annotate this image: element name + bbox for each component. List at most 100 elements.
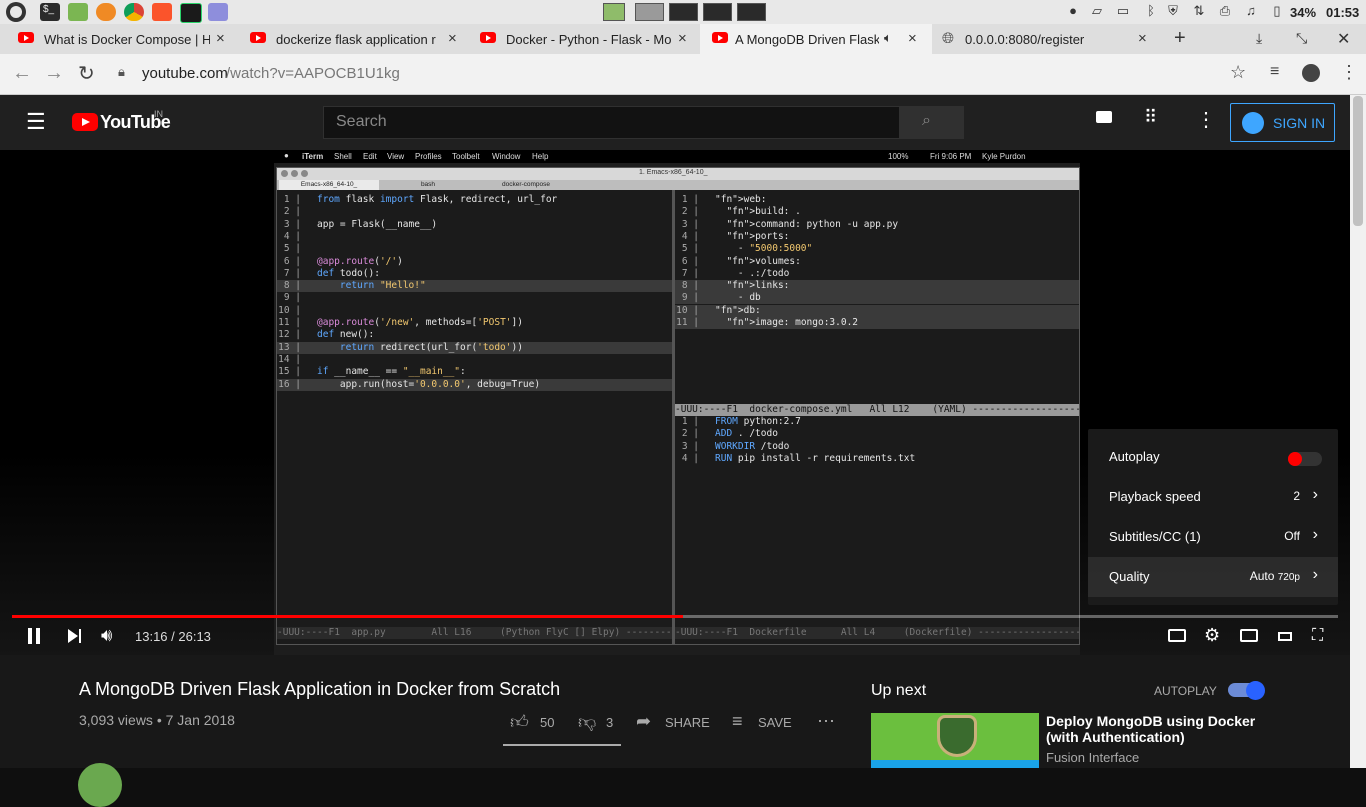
youtube-favicon-icon	[712, 32, 728, 43]
close-tab-icon[interactable]: ×	[678, 30, 687, 47]
settings-subtitles[interactable]: Subtitles/CC (1) Off ›	[1088, 517, 1338, 557]
autoplay-toggle-knob[interactable]	[1288, 452, 1302, 466]
theater-mode-icon[interactable]	[1278, 632, 1292, 641]
dislike-button[interactable]: 👎︎ 3	[578, 711, 628, 735]
tab-label: What is Docker Compose | H	[44, 32, 210, 47]
tab-mongodb-flask[interactable]: A MongoDB Driven Flask 🔈︎ ×	[700, 24, 932, 54]
music-icon[interactable]: ♫	[1244, 4, 1258, 18]
terminal-icon[interactable]: $_	[40, 3, 60, 21]
new-tab-button[interactable]: +	[1174, 27, 1186, 50]
close-tab-icon[interactable]: ×	[1138, 30, 1147, 47]
brave-icon[interactable]	[152, 3, 172, 21]
close-tab-icon[interactable]: ×	[216, 30, 225, 47]
forward-button[interactable]: →	[44, 62, 64, 85]
chrome-icon[interactable]	[124, 3, 144, 21]
more-options-icon[interactable]: ⋮	[1196, 107, 1216, 132]
tab-register[interactable]: 🌐︎ 0.0.0.0:8080/register ×	[932, 24, 1164, 54]
network-icon[interactable]: ⇅	[1192, 4, 1206, 18]
line-text: RUN pip install -r requirements.txt	[715, 452, 916, 464]
settings-playback-speed[interactable]: Playback speed 2 ›	[1088, 477, 1338, 517]
channel-avatar[interactable]	[78, 763, 122, 807]
line-number: 9 |	[681, 292, 699, 304]
line-number: 11 |	[278, 317, 301, 328]
code-line: 13 | return redirect(url_for('todo'))	[277, 341, 672, 354]
search-input[interactable]: Search	[336, 113, 387, 131]
player-controls: 🔊︎ 13:16 / 26:13 ⚙ ⛶	[0, 615, 1350, 655]
workspace-5[interactable]	[737, 3, 766, 21]
hamburger-menu-icon[interactable]: ☰	[26, 109, 46, 135]
youtube-logo[interactable]: YouTube IN	[72, 109, 182, 135]
create-video-icon[interactable]	[1096, 111, 1112, 123]
audio-playing-icon[interactable]: 🔈︎	[884, 30, 892, 46]
profile-icon[interactable]	[1302, 64, 1320, 82]
mint-menu-icon[interactable]	[6, 2, 26, 22]
line-text: def new():	[317, 329, 375, 341]
video-meta: 3,093 views • 7 Jan 2018	[79, 712, 235, 728]
workspace-4[interactable]	[703, 3, 732, 21]
youtube-header: ☰ YouTube IN Search ⌕ ⠿ ⋮ SIGN IN	[0, 95, 1350, 150]
close-tab-icon[interactable]: ×	[908, 30, 917, 47]
close-tab-icon[interactable]: ×	[448, 30, 457, 47]
line-number: 4 |	[681, 230, 699, 242]
bluetooth-icon[interactable]: ᛒ	[1144, 4, 1158, 18]
reload-button[interactable]: ↻	[78, 61, 95, 86]
line-number: 15 |	[278, 366, 301, 378]
sentiment-bar	[503, 744, 621, 746]
omnibox[interactable]: 🔒︎ youtube.com /watch?v=AAPOCB1U1kg	[108, 60, 1258, 88]
quality-mode: Auto	[1249, 569, 1275, 583]
share-button[interactable]: ➦ SHARE	[636, 711, 716, 735]
up-next-title-1[interactable]: Deploy MongoDB using Docker	[1046, 713, 1255, 729]
next-video-icon[interactable]	[68, 629, 78, 643]
workspace-2[interactable]	[635, 3, 664, 21]
settings-quality[interactable]: Quality Auto 720p ›	[1088, 557, 1338, 597]
more-actions-icon[interactable]: ⋯	[817, 711, 835, 732]
files-icon[interactable]	[68, 3, 88, 21]
pause-icon[interactable]	[28, 628, 32, 644]
sign-in-button[interactable]: SIGN IN	[1230, 103, 1335, 142]
search-button[interactable]: ⌕	[899, 106, 964, 139]
up-next-thumbnail[interactable]	[871, 713, 1039, 768]
notes-icon[interactable]	[208, 3, 228, 21]
clock[interactable]: 01:53	[1326, 5, 1359, 20]
printer-icon[interactable]: ⎙	[1218, 4, 1232, 18]
tab-label: dockerize flask application r	[276, 32, 436, 47]
download-icon[interactable]: ⤓	[1256, 30, 1262, 47]
autoplay-switch-knob[interactable]	[1246, 681, 1265, 700]
video-frame[interactable]: ● iTerm Shell Edit View Profiles Toolbel…	[274, 150, 1080, 655]
workspace-1[interactable]	[603, 3, 625, 21]
update-icon[interactable]: ⛨	[1166, 4, 1180, 18]
tab-dockerize-flask[interactable]: dockerize flask application r ×	[232, 24, 472, 54]
pycharm-icon[interactable]	[180, 3, 202, 23]
url-path: /watch?v=AAPOCB1U1kg	[226, 65, 400, 82]
tab-docker-compose[interactable]: What is Docker Compose | H ×	[0, 24, 240, 54]
up-next-channel[interactable]: Fusion Interface	[1046, 750, 1139, 765]
page-scrollbar-thumb[interactable]	[1353, 96, 1363, 226]
settings-autoplay[interactable]: Autoplay	[1088, 437, 1338, 477]
user-icon[interactable]: ●	[1066, 4, 1080, 18]
workspace-3[interactable]	[669, 3, 698, 21]
miniplayer-icon[interactable]	[1240, 629, 1258, 642]
line-number: 4 |	[283, 230, 301, 242]
volume-icon[interactable]: 🔊︎	[101, 625, 112, 646]
subtitles-icon[interactable]	[1168, 629, 1186, 642]
restore-window-icon[interactable]: ⤡	[1296, 30, 1307, 47]
up-next-title-2[interactable]: (with Authentication)	[1046, 729, 1185, 745]
apps-grid-icon[interactable]: ⠿	[1144, 107, 1157, 128]
settings-gear-icon[interactable]: ⚙	[1204, 625, 1220, 646]
back-button[interactable]: ←	[12, 62, 32, 85]
tab-label: Docker - Python - Flask - Mo	[506, 32, 672, 47]
save-button[interactable]: ≡ SAVE	[732, 711, 812, 735]
keyboard-icon[interactable]: ▭	[1116, 4, 1130, 18]
fullscreen-icon[interactable]: ⛶	[1312, 627, 1323, 645]
iterm-titlebar: 1. Emacs-x86_64-10_	[277, 168, 1079, 180]
firefox-icon[interactable]	[96, 3, 116, 21]
battery-icon[interactable]: ▯	[1270, 4, 1284, 18]
bookmark-star-icon[interactable]: ☆	[1230, 62, 1246, 83]
browser-menu-icon[interactable]: ⋮	[1340, 62, 1358, 83]
close-window-icon[interactable]: ✕	[1337, 29, 1350, 49]
note-icon[interactable]: ▱	[1090, 4, 1104, 18]
media-control-icon[interactable]: ≡	[1270, 63, 1279, 81]
tab-docker-python-flask[interactable]: Docker - Python - Flask - Mo ×	[462, 24, 700, 54]
search-box[interactable]: Search	[323, 106, 900, 139]
line-number: 12 |	[278, 329, 301, 341]
